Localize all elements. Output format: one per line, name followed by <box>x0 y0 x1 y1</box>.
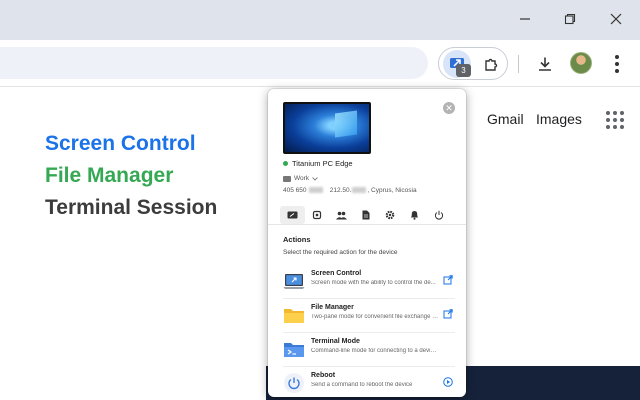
action-reboot[interactable]: Reboot Send a command to reboot the devi… <box>283 368 455 397</box>
device-group-select[interactable]: Work <box>283 175 318 182</box>
puzzle-icon[interactable] <box>478 52 504 78</box>
hero-line-file-manager: File Manager <box>45 164 174 187</box>
avatar[interactable] <box>570 52 592 74</box>
address-bar[interactable] <box>0 47 428 79</box>
item-desc: Screen mode with the ability to control … <box>311 280 436 286</box>
actions-title: Actions <box>283 235 311 244</box>
tab-settings[interactable] <box>378 206 403 224</box>
download-icon[interactable] <box>532 51 558 77</box>
users-icon <box>335 211 347 219</box>
item-divider <box>283 366 455 367</box>
hero-line-screen-control: Screen Control <box>45 132 196 155</box>
folder-icon <box>283 175 291 182</box>
device-id: 405 650 <box>283 187 307 194</box>
tab-hardware[interactable] <box>305 206 330 224</box>
item-title: File Manager <box>311 304 354 311</box>
online-status-dot <box>283 161 288 166</box>
device-meta: 405 650 212.50., Cyprus, Nicosia <box>283 187 417 194</box>
remote-screen-icon <box>287 211 298 218</box>
apps-grid-icon[interactable] <box>606 111 624 129</box>
action-screen-control[interactable]: Screen Control Screen mode with the abil… <box>283 266 455 299</box>
extension-badge: 3 <box>456 64 471 77</box>
open-external-icon[interactable] <box>442 274 454 286</box>
terminal-icon <box>283 338 305 360</box>
hero-line-terminal: Terminal Session <box>45 196 218 219</box>
play-icon[interactable] <box>442 376 454 388</box>
action-file-manager[interactable]: File Manager Two-pane mode for convenien… <box>283 300 455 333</box>
device-tabs <box>280 206 458 224</box>
restore-icon[interactable] <box>558 8 582 30</box>
item-title: Reboot <box>311 372 336 379</box>
bell-icon <box>411 211 419 220</box>
redacted-block <box>352 187 367 194</box>
extension-popup: ✕ Titanium PC Edge Work 405 650 212.50.,… <box>268 89 466 397</box>
device-name-row: Titanium PC Edge <box>283 159 353 168</box>
device-group: Work <box>294 175 310 182</box>
gear-icon <box>385 210 395 220</box>
device-screen-preview[interactable] <box>283 102 371 154</box>
document-icon <box>362 210 370 220</box>
tab-remote-screen[interactable] <box>280 206 305 224</box>
tabs-divider <box>268 224 466 225</box>
tab-documents[interactable] <box>354 206 379 224</box>
browser-toolbar <box>0 40 640 87</box>
tab-notifications[interactable] <box>403 206 428 224</box>
title-bar <box>0 0 640 40</box>
item-title: Screen Control <box>311 270 362 277</box>
item-desc: Two-pane mode for convenient file exchan… <box>311 314 439 320</box>
open-external-icon[interactable] <box>442 308 454 320</box>
cpu-icon <box>312 210 321 220</box>
chevron-down-icon <box>312 176 318 181</box>
minimize-icon[interactable] <box>513 8 537 30</box>
tab-power[interactable] <box>427 206 452 224</box>
item-desc: Send a command to reboot the device <box>311 382 413 388</box>
item-divider <box>283 332 455 333</box>
power-icon <box>435 210 444 220</box>
device-location: Cyprus, Nicosia <box>371 187 417 194</box>
toolbar-divider <box>518 55 519 73</box>
gmail-link[interactable]: Gmail <box>487 111 524 127</box>
close-icon[interactable]: ✕ <box>443 102 455 114</box>
menu-icon[interactable] <box>608 52 626 76</box>
redacted-block <box>309 187 324 194</box>
item-desc: Command-line mode for connecting to a de… <box>311 348 439 354</box>
desktop-wallpaper <box>285 104 369 152</box>
folder-icon <box>283 304 305 326</box>
actions-subtitle: Select the required action for the devic… <box>283 249 398 256</box>
device-name: Titanium PC Edge <box>292 159 353 168</box>
tab-users[interactable] <box>329 206 354 224</box>
images-link[interactable]: Images <box>536 111 582 127</box>
browser-window: 3 Gmail Images Screen Control File Manag… <box>0 0 640 400</box>
item-divider <box>283 298 455 299</box>
close-icon[interactable] <box>604 8 628 30</box>
power-icon <box>283 372 305 394</box>
laptop-icon <box>283 270 305 292</box>
item-title: Terminal Mode <box>311 338 360 345</box>
action-terminal-mode[interactable]: Terminal Mode Command-line mode for conn… <box>283 334 455 367</box>
device-ip: 212.50. <box>329 187 352 194</box>
